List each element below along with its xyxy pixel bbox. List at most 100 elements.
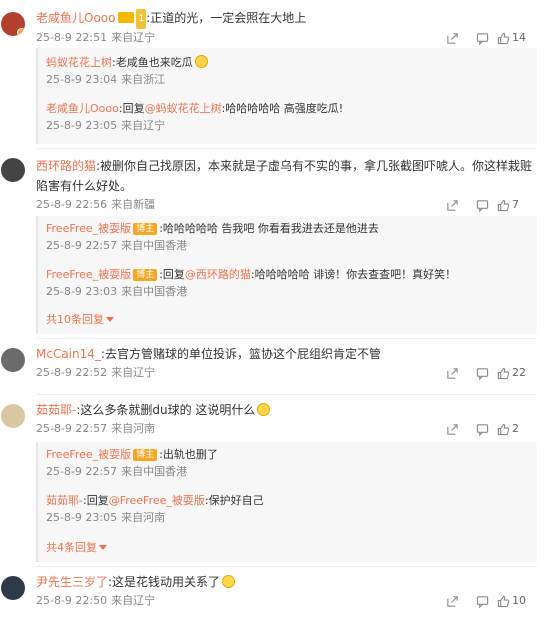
share-icon[interactable] xyxy=(437,199,467,212)
comment-icon[interactable] xyxy=(467,32,497,45)
like-button[interactable]: 7 xyxy=(497,196,533,214)
divider xyxy=(36,338,537,339)
level-icon: 1 xyxy=(136,9,147,29)
reply-location: 来自中国香港 xyxy=(121,465,188,478)
share-icon[interactable] xyxy=(437,595,467,608)
reply-time: 25-8-9 23:04 xyxy=(46,73,118,86)
avatar[interactable] xyxy=(1,576,25,600)
reply-prefix: :回复 xyxy=(82,494,109,507)
reply-location: 来自浙江 xyxy=(121,73,166,86)
reply-text: :哈哈哈哈哈 诽谤！你去查查吧！真好笑！ xyxy=(250,268,457,281)
reply-box: 蚂蚁花花上树:老咸鱼也来吃瓜 25-8-9 23:04 来自浙江 老咸鱼儿Oooo… xyxy=(36,48,537,144)
comment-time: 25-8-9 22:51 xyxy=(36,31,108,44)
reply-mention[interactable]: @西环路的猫 xyxy=(185,268,251,281)
reply-username[interactable]: 茹茹耶- xyxy=(46,494,83,507)
comment-location: 来自辽宁 xyxy=(111,31,156,44)
comment-icon[interactable] xyxy=(467,199,497,212)
like-icon xyxy=(497,367,510,380)
author-badge: 博主 xyxy=(133,223,158,235)
caret-down-icon xyxy=(99,545,107,550)
vip-icon xyxy=(118,12,135,23)
comment-item: 茹茹耶-:这么多条就删du球的 这说明什么 25-8-9 22:57 来自河南 2 xyxy=(0,398,545,446)
reply-location: 来自辽宁 xyxy=(121,119,166,132)
comment-icon[interactable] xyxy=(467,595,497,608)
comment-item: McCain14_:去官方管赌球的单位投诉，篮协这个屁组织肯定不管 25-8-9… xyxy=(0,342,545,390)
avatar[interactable] xyxy=(1,348,25,372)
reply-text: :哈哈哈哈哈 告我吧 你看看我进去还是他进去 xyxy=(159,222,379,235)
comment-location: 来自辽宁 xyxy=(111,594,156,607)
emoji-icon xyxy=(194,55,208,68)
reply-username[interactable]: FreeFree_被耍版 xyxy=(46,268,131,281)
comment-time: 25-8-9 22:50 xyxy=(36,594,108,607)
comment-text: :被删你自己找原因，本来就是子虚乌有不实的事，拿几张截图吓唬人。你这样栽赃陷害有… xyxy=(36,159,533,193)
like-button[interactable]: 10 xyxy=(497,592,533,610)
comment-item: 尹先生三岁了:这是花钱动用关系了 25-8-9 22:50 来自辽宁 10 xyxy=(0,570,545,620)
reply-username[interactable]: 蚂蚁花花上树 xyxy=(46,56,112,69)
author-badge: 博主 xyxy=(133,449,158,461)
divider xyxy=(36,394,537,395)
reply-mention[interactable]: @蚂蚁花花上树 xyxy=(145,102,222,115)
reply-text: :出轨也删了 xyxy=(159,448,218,461)
reply-time: 25-8-9 23:03 xyxy=(46,285,118,298)
reply-time: 25-8-9 22:57 xyxy=(46,465,118,478)
reply-box: FreeFree_被耍版 博主:哈哈哈哈哈 告我吧 你看看我进去还是他进去 25-… xyxy=(36,216,537,334)
share-icon[interactable] xyxy=(437,423,467,436)
share-icon[interactable] xyxy=(437,367,467,380)
more-replies-button[interactable]: 共4条回复 xyxy=(46,540,107,556)
reply-location: 来自中国香港 xyxy=(121,285,188,298)
comment-username[interactable]: 老咸鱼儿Oooo xyxy=(36,11,115,25)
reply-time: 25-8-9 23:05 xyxy=(46,119,118,132)
like-icon xyxy=(497,199,510,212)
reply-username[interactable]: FreeFree_被耍版 xyxy=(46,448,131,461)
like-count: 2 xyxy=(512,422,519,435)
divider xyxy=(36,148,537,149)
more-replies-label: 共4条回复 xyxy=(46,541,97,554)
comment-text: :正道的光，一定会照在大地上 xyxy=(146,11,307,25)
emoji-icon xyxy=(257,403,271,416)
share-icon[interactable] xyxy=(437,32,467,45)
like-icon xyxy=(497,595,510,608)
like-count: 10 xyxy=(512,594,526,607)
caret-down-icon xyxy=(106,317,114,322)
more-replies-label: 共10条回复 xyxy=(46,313,104,326)
verified-badge-icon xyxy=(17,28,25,36)
comment-username[interactable]: 西环路的猫 xyxy=(36,159,96,173)
like-button[interactable]: 14 xyxy=(497,29,533,47)
avatar[interactable] xyxy=(1,12,25,36)
reply-time: 25-8-9 22:57 xyxy=(46,239,118,252)
reply-mention[interactable]: @FreeFree_被耍版 xyxy=(109,494,205,507)
divider xyxy=(36,566,537,567)
comment-text: :这么多条就删du球的 这说明什么 xyxy=(76,403,256,417)
like-count: 22 xyxy=(512,366,526,379)
like-button[interactable]: 2 xyxy=(497,420,533,438)
reply-username[interactable]: FreeFree_被耍版 xyxy=(46,222,131,235)
emoji-icon xyxy=(222,575,236,588)
avatar[interactable] xyxy=(1,158,25,182)
author-badge: 博主 xyxy=(133,269,158,281)
like-count: 7 xyxy=(512,198,519,211)
avatar[interactable] xyxy=(1,404,25,428)
comment-icon[interactable] xyxy=(467,423,497,436)
more-replies-button[interactable]: 共10条回复 xyxy=(46,312,114,328)
reply-text: :哈哈哈哈哈 高强度吃瓜! xyxy=(221,102,344,115)
reply-text: :保护好自己 xyxy=(204,494,264,507)
comment-location: 来自新疆 xyxy=(111,198,156,211)
reply-box: FreeFree_被耍版 博主:出轨也删了 25-8-9 22:57 来自中国香港 … xyxy=(36,442,537,562)
reply-prefix: :回复 xyxy=(159,268,185,281)
comment-time: 25-8-9 22:56 xyxy=(36,198,108,211)
like-icon xyxy=(497,32,510,45)
like-count: 14 xyxy=(512,31,526,44)
comment-time: 25-8-9 22:52 xyxy=(36,366,108,379)
comment-location: 来自辽宁 xyxy=(111,366,156,379)
like-button[interactable]: 22 xyxy=(497,364,533,382)
comment-username[interactable]: McCain14_ xyxy=(36,347,101,361)
reply-prefix: :回复 xyxy=(118,102,145,115)
reply-location: 来自河南 xyxy=(121,511,166,524)
comment-username[interactable]: 茹茹耶- xyxy=(36,403,76,417)
comment-username[interactable]: 尹先生三岁了 xyxy=(36,575,108,589)
reply-username[interactable]: 老咸鱼儿Oooo xyxy=(46,102,119,115)
comment-icon[interactable] xyxy=(467,367,497,380)
comment-text: :去官方管赌球的单位投诉，篮协这个屁组织肯定不管 xyxy=(100,347,381,361)
reply-time: 25-8-9 23:05 xyxy=(46,511,118,524)
reply-text: :老咸鱼也来吃瓜 xyxy=(112,56,193,69)
